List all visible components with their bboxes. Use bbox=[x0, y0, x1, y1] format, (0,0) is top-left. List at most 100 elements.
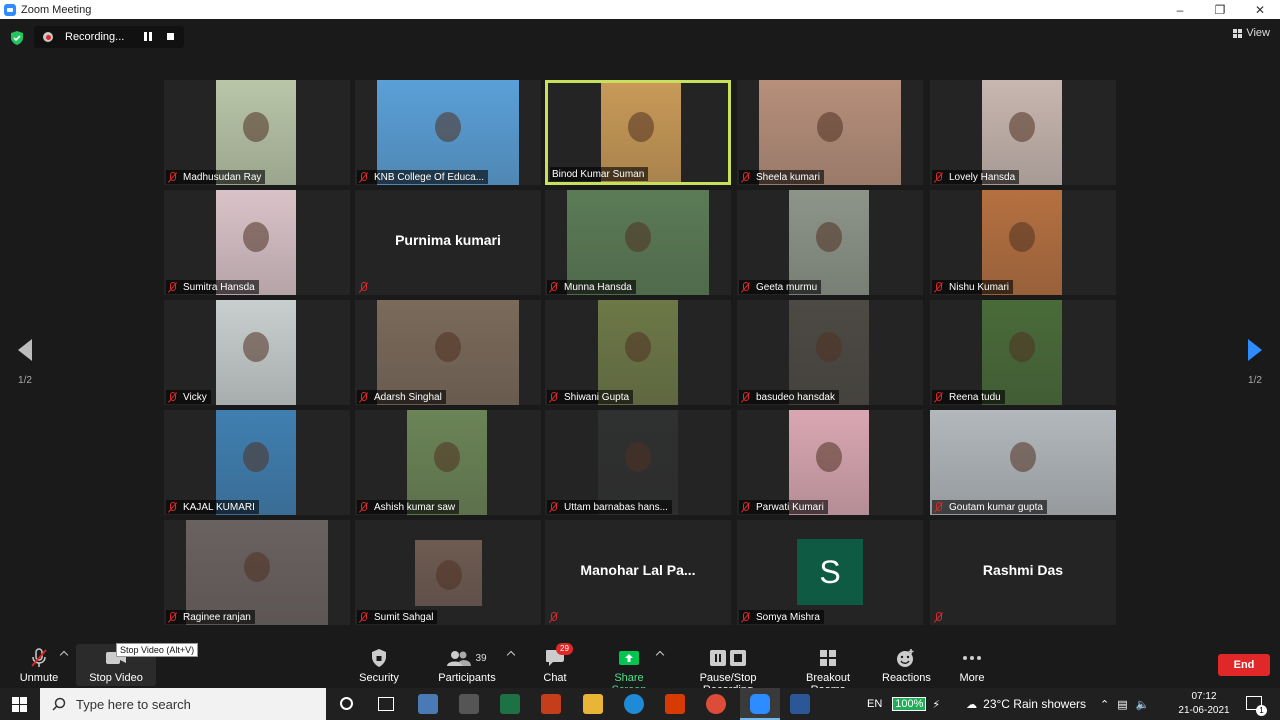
microsoft-store-icon[interactable] bbox=[459, 694, 479, 714]
participant-tile[interactable]: Reena tudu bbox=[930, 300, 1116, 405]
office-icon[interactable] bbox=[665, 694, 685, 714]
volume-icon[interactable]: 🔈 bbox=[1136, 698, 1150, 711]
muted-microphone-icon bbox=[18, 648, 60, 668]
participant-tile[interactable]: Ashish kumar saw bbox=[355, 410, 541, 515]
participant-tile[interactable]: Rashmi Das bbox=[930, 520, 1116, 625]
window-titlebar: Zoom Meeting – ❐ ✕ bbox=[0, 0, 1280, 19]
weather-text[interactable]: 23°C Rain showers bbox=[983, 697, 1086, 711]
view-button[interactable]: View bbox=[1233, 27, 1270, 39]
participant-name: Binod Kumar Suman bbox=[552, 168, 645, 180]
app-photos-icon[interactable] bbox=[418, 694, 438, 714]
participant-tile[interactable]: Geeta murmu bbox=[737, 190, 923, 295]
participant-tile[interactable]: Manohar Lal Pa... bbox=[545, 520, 731, 625]
participant-tile[interactable]: Goutam kumar gupta bbox=[930, 410, 1116, 515]
maximize-button[interactable]: ❐ bbox=[1200, 0, 1240, 19]
participant-tile[interactable]: Nishu Kumari bbox=[930, 190, 1116, 295]
windows-taskbar: Type here to search EN 100% ⚡ ☁ 23°C Rai… bbox=[0, 688, 1280, 720]
reactions-button[interactable]: Reactions bbox=[882, 644, 931, 686]
participant-tile[interactable]: KAJAL KUMARI bbox=[164, 410, 350, 515]
minimize-button[interactable]: – bbox=[1160, 0, 1200, 19]
file-explorer-icon[interactable] bbox=[583, 694, 603, 714]
security-button[interactable]: Security bbox=[356, 644, 402, 686]
powerpoint-icon[interactable] bbox=[541, 694, 561, 714]
participant-tile[interactable]: Vicky bbox=[164, 300, 350, 405]
muted-mic-icon bbox=[934, 501, 943, 513]
participant-name: Nishu Kumari bbox=[949, 281, 1010, 293]
windows-start-icon[interactable] bbox=[12, 697, 27, 712]
participants-button[interactable]: 39 Participants bbox=[438, 644, 496, 686]
participant-name: Lovely Hansda bbox=[949, 171, 1016, 183]
audio-options-chevron-icon[interactable] bbox=[59, 650, 69, 660]
chrome-icon[interactable] bbox=[706, 694, 726, 714]
participant-tile[interactable]: Sumit Sahgal bbox=[355, 520, 541, 625]
participant-silhouette bbox=[434, 441, 460, 472]
tray-chevron-up-icon[interactable]: ⌃ bbox=[1100, 698, 1109, 711]
close-button[interactable]: ✕ bbox=[1240, 0, 1280, 19]
participant-tile[interactable]: Purnima kumari bbox=[355, 190, 541, 295]
participant-tile[interactable]: Munna Hansda bbox=[545, 190, 731, 295]
participant-tile[interactable]: basudeo hansdak bbox=[737, 300, 923, 405]
share-screen-button[interactable]: Share Screen bbox=[597, 644, 661, 696]
muted-mic-icon bbox=[934, 171, 943, 183]
cortana-icon[interactable] bbox=[340, 697, 353, 710]
pause-recording-icon[interactable] bbox=[144, 32, 153, 41]
participant-tile[interactable]: Sheela kumari bbox=[737, 80, 923, 185]
muted-mic-icon bbox=[934, 611, 943, 623]
participant-silhouette bbox=[1009, 111, 1035, 142]
participant-display-name: Rashmi Das bbox=[982, 561, 1064, 578]
meeting-area: Recording... View 1/2 1/2 Madhusudan Ray… bbox=[0, 19, 1280, 640]
participant-tile[interactable]: Shiwani Gupta bbox=[545, 300, 731, 405]
muted-mic-icon bbox=[359, 281, 368, 293]
pause-stop-recording-button[interactable]: Pause/Stop Recording bbox=[676, 644, 780, 696]
participant-silhouette bbox=[435, 111, 461, 142]
participant-tile[interactable]: Sumitra Hansda bbox=[164, 190, 350, 295]
next-page-button[interactable]: 1/2 bbox=[1244, 339, 1266, 386]
weather-cloud-icon: ☁ bbox=[966, 698, 978, 711]
network-icon[interactable]: ▤ bbox=[1117, 698, 1127, 711]
excel-icon[interactable] bbox=[500, 694, 520, 714]
zoom-taskbar-button[interactable] bbox=[740, 688, 780, 720]
participant-nametag: Munna Hansda bbox=[547, 280, 636, 294]
shield-icon[interactable] bbox=[10, 31, 24, 45]
taskbar-clock[interactable]: 07:12 21-06-2021 bbox=[1178, 690, 1230, 718]
participant-nametag: Somya Mishra bbox=[739, 610, 824, 624]
participant-silhouette bbox=[243, 111, 269, 142]
edge-icon[interactable] bbox=[624, 694, 644, 714]
participant-tile[interactable]: Madhusudan Ray bbox=[164, 80, 350, 185]
participant-tile[interactable]: Parwati Kumari bbox=[737, 410, 923, 515]
stop-recording-icon[interactable] bbox=[167, 33, 174, 40]
participant-tile[interactable]: S Somya Mishra bbox=[737, 520, 923, 625]
participants-options-chevron-icon[interactable] bbox=[506, 650, 516, 660]
previous-page-button[interactable]: 1/2 bbox=[14, 339, 36, 386]
more-label: More bbox=[959, 672, 985, 684]
participant-silhouette bbox=[435, 559, 462, 590]
language-indicator[interactable]: EN bbox=[867, 698, 882, 710]
participant-name: Adarsh Singhal bbox=[374, 391, 442, 403]
participant-silhouette bbox=[243, 331, 269, 362]
participant-nametag: Binod Kumar Suman bbox=[550, 167, 649, 181]
search-placeholder: Type here to search bbox=[76, 696, 191, 712]
taskbar-search-input[interactable]: Type here to search bbox=[40, 688, 326, 720]
participant-silhouette bbox=[816, 441, 842, 472]
participant-tile[interactable]: Lovely Hansda bbox=[930, 80, 1116, 185]
participant-silhouette bbox=[243, 221, 269, 252]
more-dots-icon bbox=[955, 648, 989, 668]
breakout-rooms-button[interactable]: Breakout Rooms bbox=[789, 644, 867, 696]
word-icon[interactable] bbox=[790, 694, 810, 714]
muted-mic-icon bbox=[549, 501, 558, 513]
participant-silhouette bbox=[1009, 331, 1035, 362]
participant-tile[interactable]: Adarsh Singhal bbox=[355, 300, 541, 405]
participant-tile[interactable]: KNB College Of Educa... bbox=[355, 80, 541, 185]
end-meeting-button[interactable]: End bbox=[1218, 654, 1270, 676]
more-button[interactable]: More bbox=[955, 644, 989, 686]
task-view-icon[interactable] bbox=[378, 697, 394, 711]
participant-tile[interactable]: Binod Kumar Suman bbox=[545, 80, 731, 185]
participant-tile[interactable]: Uttam barnabas hans... bbox=[545, 410, 731, 515]
muted-mic-icon bbox=[741, 611, 750, 623]
battery-indicator[interactable]: 100% bbox=[892, 697, 927, 711]
participant-name: Parwati Kumari bbox=[756, 501, 824, 513]
unmute-button[interactable]: Unmute bbox=[18, 644, 60, 686]
search-icon bbox=[52, 697, 66, 711]
participant-tile[interactable]: Raginee ranjan bbox=[164, 520, 350, 625]
participant-name: Geeta murmu bbox=[756, 281, 818, 293]
